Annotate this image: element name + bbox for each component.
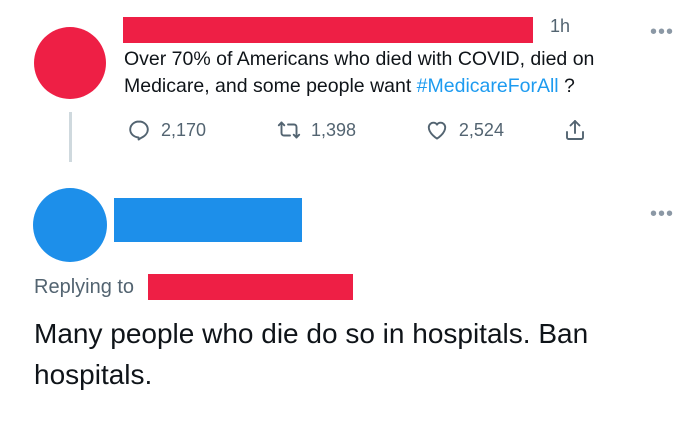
avatar[interactable] [34, 27, 106, 99]
reply-count: 2,170 [161, 119, 207, 140]
reply-more-options-icon[interactable]: ••• [650, 204, 674, 224]
more-options-icon[interactable]: ••• [650, 22, 674, 42]
reply-button[interactable]: 2,170 [127, 118, 277, 142]
like-button[interactable]: 2,524 [425, 118, 563, 142]
redacted-display-name [123, 17, 533, 43]
retweet-button[interactable]: 1,398 [277, 118, 425, 142]
like-count: 2,524 [458, 119, 504, 140]
redacted-replying-to-handle[interactable] [148, 274, 353, 300]
reply-icon [129, 120, 149, 141]
heart-icon [427, 121, 447, 140]
tweet-actions: 2,170 1,398 2,524 [127, 116, 597, 144]
thread-connector-line [69, 112, 72, 162]
retweet-icon [277, 121, 301, 139]
share-icon [566, 120, 584, 140]
tweet-text-tail: ? [558, 75, 575, 97]
hashtag-link[interactable]: #MedicareForAll [417, 75, 559, 97]
redacted-reply-display-name [114, 198, 302, 242]
reply-avatar[interactable] [33, 188, 107, 262]
share-button[interactable] [563, 118, 597, 142]
retweet-count: 1,398 [310, 119, 356, 140]
reply-text: Many people who die do so in hospitals. … [34, 318, 589, 390]
tweet-timestamp[interactable]: 1h [550, 16, 570, 37]
replying-to-label: Replying to [34, 276, 135, 298]
tweet-text: Over 70% of Americans who died with COVI… [124, 46, 684, 100]
